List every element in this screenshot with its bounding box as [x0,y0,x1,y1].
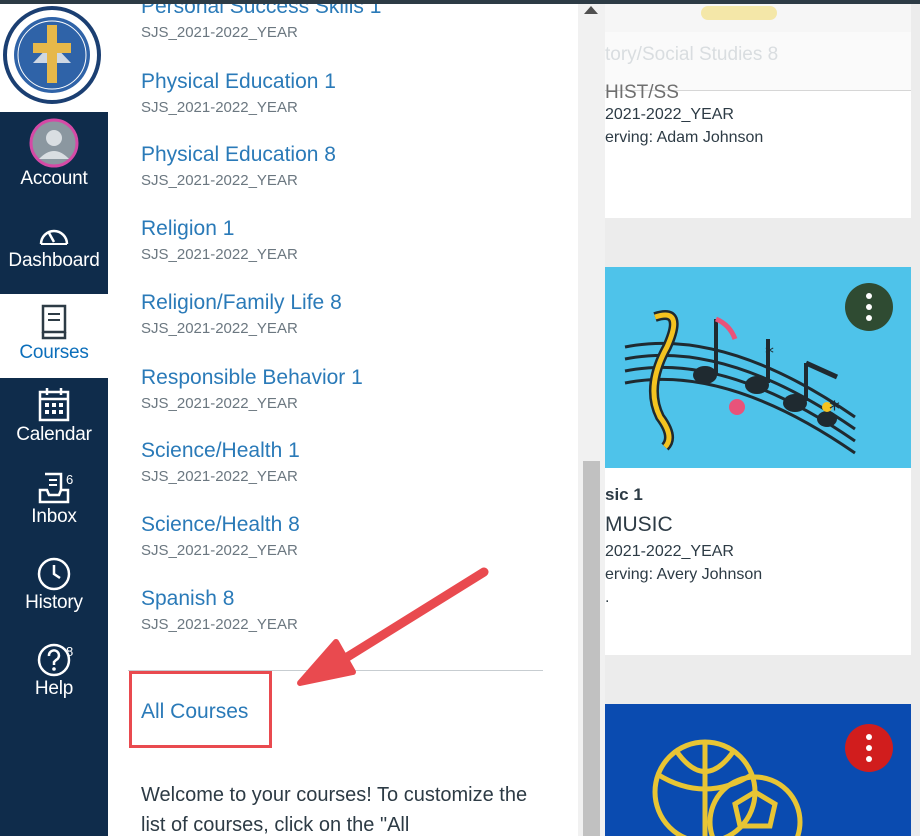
course-link[interactable]: Spanish 8 [141,587,298,611]
course-term: SJS_2021-2022_YEAR [141,468,298,485]
scrollbar-thumb[interactable] [583,461,600,836]
course-card[interactable]: tory/Social Studies 8 HIST/SS 2021-2022_… [605,0,911,218]
course-card-code: MUSIC [605,513,673,536]
nav-account-label: Account [20,168,88,189]
course-item: Science/Health 1 SJS_2021-2022_YEAR [141,439,300,485]
course-term: SJS_2021-2022_YEAR [141,616,298,633]
course-term: SJS_2021-2022_YEAR [141,395,298,412]
global-navigation: Account Dashboard Courses Calendar 6 Inb… [0,0,108,836]
course-card-observing: erving: Avery Johnson [605,566,763,583]
course-link[interactable]: Responsible Behavior 1 [141,366,363,390]
course-card[interactable]: * * sic 1 MUSIC 2021-2022_YEAR erving: A… [605,267,911,655]
course-card-image [605,0,911,32]
nav-help-label: Help [34,678,74,699]
course-card-observing: erving: Adam Johnson [605,129,764,146]
nav-history-label: History [25,592,83,613]
course-card-term: 2021-2022_YEAR [605,543,734,560]
course-term: SJS_2021-2022_YEAR [141,246,298,263]
course-item: Religion 1 SJS_2021-2022_YEAR [141,217,298,263]
course-item: Personal Success Skills 1 SJS_2021-2022_… [141,0,381,41]
nav-courses-label: Courses [19,342,89,363]
nav-account[interactable]: Account [0,118,108,202]
course-item: Physical Education 1 SJS_2021-2022_YEAR [141,70,336,116]
help-badge-count: 8 [66,644,74,659]
course-card[interactable] [605,704,911,836]
course-card-term: 2021-2022_YEAR [605,106,734,123]
nav-dashboard[interactable]: Dashboard [0,220,108,290]
nav-courses[interactable]: Courses [0,294,108,378]
course-card-options-button[interactable] [845,724,893,772]
course-card-title[interactable]: sic 1 [605,485,643,505]
nav-calendar-label: Calendar [16,424,92,445]
course-item: Spanish 8 SJS_2021-2022_YEAR [141,587,298,633]
nav-help[interactable]: 8 Help [0,642,108,712]
course-link[interactable]: Science/Health 8 [141,513,300,537]
course-link[interactable]: Science/Health 1 [141,439,300,463]
top-bar [0,0,920,4]
svg-text:*: * [829,398,840,423]
avatar [29,118,79,168]
course-term: SJS_2021-2022_YEAR [141,542,298,559]
course-link[interactable]: Physical Education 8 [141,143,336,167]
course-term: SJS_2021-2022_YEAR [141,24,298,41]
all-courses-highlight-box [129,671,272,748]
dashboard-background: tory/Social Studies 8 HIST/SS 2021-2022_… [605,0,920,836]
course-link[interactable]: Religion/Family Life 8 [141,291,342,315]
history-clock-icon [37,557,71,591]
course-card-code: HIST/SS [605,82,679,103]
school-logo-link[interactable] [0,0,108,112]
svg-text:*: * [765,343,774,364]
nav-calendar[interactable]: Calendar [0,386,108,456]
course-item: Physical Education 8 SJS_2021-2022_YEAR [141,143,336,189]
nav-inbox[interactable]: 6 Inbox [0,470,108,540]
school-logo [3,6,101,104]
course-item: Responsible Behavior 1 SJS_2021-2022_YEA… [141,366,363,412]
course-link[interactable]: Religion 1 [141,217,298,241]
course-item: Religion/Family Life 8 SJS_2021-2022_YEA… [141,291,342,337]
inbox-unread-count: 6 [66,472,74,487]
nav-inbox-label: Inbox [31,506,77,527]
nav-history[interactable]: History [0,556,108,626]
course-term: SJS_2021-2022_YEAR [141,320,298,337]
course-card-options-button[interactable] [845,283,893,331]
tray-scrollbar[interactable] [578,0,605,836]
course-term: SJS_2021-2022_YEAR [141,99,298,116]
course-term: SJS_2021-2022_YEAR [141,172,298,189]
scroll-up-arrow-icon[interactable] [584,6,598,14]
card-hover-title: tory/Social Studies 8 [605,44,779,65]
course-item: Science/Health 8 SJS_2021-2022_YEAR [141,513,300,559]
nav-dashboard-label: Dashboard [8,250,100,271]
tray-welcome-text: Welcome to your courses! To customize th… [141,784,528,836]
course-card-extra: . [605,589,610,606]
courses-icon [41,304,67,340]
course-link[interactable]: Physical Education 1 [141,70,336,94]
calendar-icon [38,388,70,422]
dashboard-icon [39,229,69,245]
